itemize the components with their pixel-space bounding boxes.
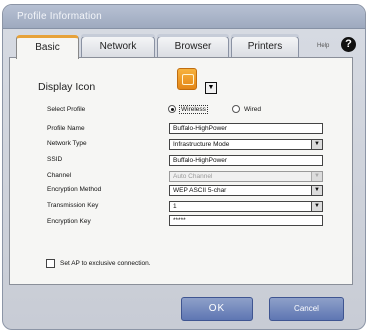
encryption-method-select[interactable]: WEP ASCII 5-char ▼ (169, 185, 323, 196)
network-type-label: Network Type (47, 140, 87, 147)
tab-printers-accent (231, 34, 299, 37)
tab-browser-accent (157, 34, 229, 37)
help-label: Help (317, 43, 330, 49)
ok-button[interactable]: OK (181, 297, 253, 321)
window-title: Profile Information (17, 11, 102, 22)
channel-arrow-icon: ▼ (311, 172, 322, 181)
help-icon[interactable]: ? (341, 37, 356, 52)
encryption-key-input[interactable]: ***** (169, 215, 323, 226)
wireless-radio-label[interactable]: Wireless (179, 105, 208, 114)
tab-printers[interactable]: Printers (231, 34, 299, 58)
tab-basic-label: Basic (35, 42, 60, 53)
ssid-label: SSID (47, 156, 63, 163)
transmission-key-label: Transmission Key (47, 202, 99, 209)
channel-select: Auto Channel ▼ (169, 171, 323, 182)
tab-basic[interactable]: Basic (16, 35, 79, 59)
network-type-select[interactable]: Infrastructure Mode ▼ (169, 139, 323, 150)
profile-name-label: Profile Name (47, 125, 85, 132)
encryption-method-label: Encryption Method (47, 186, 102, 193)
tab-network[interactable]: Network (81, 34, 155, 58)
wired-radio-label[interactable]: Wired (244, 106, 261, 113)
transmission-key-select[interactable]: 1 ▼ (169, 201, 323, 212)
transmission-key-value: 1 (173, 203, 177, 210)
encryption-method-arrow-icon[interactable]: ▼ (311, 186, 322, 195)
exclusive-ap-checkbox[interactable] (46, 259, 55, 268)
title-bar: Profile Information (3, 5, 365, 29)
tab-browser[interactable]: Browser (157, 34, 229, 58)
encryption-method-value: WEP ASCII 5-char (173, 187, 227, 194)
wired-radio[interactable] (232, 105, 240, 113)
transmission-key-arrow-icon[interactable]: ▼ (311, 202, 322, 211)
tab-network-accent (81, 34, 155, 37)
display-icon-label: Display Icon (38, 81, 96, 93)
display-icon-dropdown[interactable]: ▼ (205, 82, 217, 94)
tab-browser-label: Browser (174, 41, 212, 52)
cancel-button[interactable]: Cancel (269, 297, 344, 321)
profile-name-input[interactable]: Buffalo-HighPower (169, 123, 323, 134)
tab-network-label: Network (99, 41, 137, 52)
encryption-key-label: Encryption Key (47, 218, 91, 225)
channel-label: Channel (47, 172, 72, 179)
exclusive-ap-label[interactable]: Set AP to exclusive connection. (60, 260, 151, 267)
wireless-radio[interactable] (168, 105, 176, 113)
profile-icon-preview (177, 68, 197, 90)
channel-value: Auto Channel (173, 173, 213, 180)
network-type-value: Infrastructure Mode (173, 141, 230, 148)
tab-printers-label: Printers (247, 41, 283, 52)
ssid-input[interactable]: Buffalo-HighPower (169, 155, 323, 166)
select-profile-label: Select Profile (47, 106, 86, 113)
network-type-arrow-icon[interactable]: ▼ (311, 140, 322, 149)
